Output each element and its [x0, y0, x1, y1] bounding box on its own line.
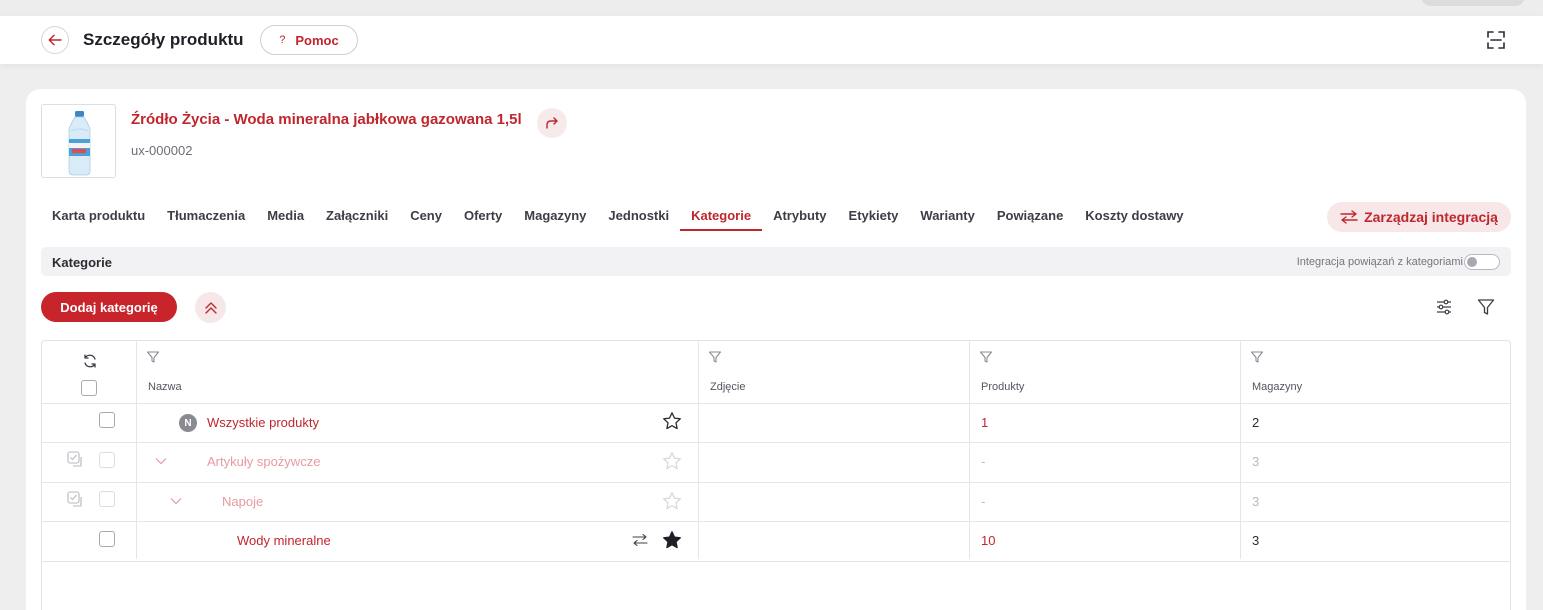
row-checkbox[interactable]: [99, 412, 115, 428]
product-sku: ux-000002: [131, 143, 193, 158]
swap-arrows-icon[interactable]: [632, 533, 648, 547]
sliders-icon: [1437, 299, 1451, 315]
open-product-button[interactable]: [537, 108, 567, 138]
row-checkbox[interactable]: [99, 452, 115, 468]
help-button[interactable]: ? Pomoc: [260, 25, 358, 55]
star-icon[interactable]: [662, 411, 682, 431]
inherited-check-icon: [67, 451, 82, 467]
tab-koszty-dostawy[interactable]: Koszty dostawy: [1074, 197, 1194, 231]
tab-kategorie[interactable]: Kategorie: [680, 197, 763, 231]
column-divider: [698, 341, 699, 559]
double-chevron-up-icon: [204, 301, 217, 314]
tab-zalaczniki[interactable]: Załączniki: [315, 197, 399, 231]
question-icon: ?: [279, 34, 286, 46]
tab-media[interactable]: Media: [256, 197, 315, 231]
fullscreen-icon[interactable]: [1485, 29, 1507, 51]
category-name[interactable]: Napoje: [222, 494, 263, 509]
filter-icon[interactable]: [1250, 350, 1264, 364]
row-divider: [42, 561, 1510, 562]
row-divider: [42, 442, 1510, 443]
select-all-checkbox[interactable]: [81, 380, 97, 396]
category-name[interactable]: Wody mineralne: [237, 533, 331, 548]
category-name[interactable]: Artykuły spożywcze: [207, 454, 320, 469]
manage-integration-label: Zarządzaj integracją: [1364, 209, 1498, 225]
filter-icon[interactable]: [146, 350, 160, 364]
tab-atrybuty[interactable]: Atrybuty: [762, 197, 837, 231]
product-thumbnail[interactable]: [41, 104, 116, 178]
inherited-check-icon: [67, 491, 82, 507]
back-button[interactable]: [41, 26, 69, 54]
column-header-products[interactable]: Produkty: [981, 381, 1024, 393]
categories-table: Nazwa Zdjęcie Produkty Magazyny N Wszyst…: [41, 340, 1511, 610]
integration-toggle-label: Integracja powiązań z kategoriami: [1296, 256, 1463, 268]
filter-icon: [1477, 299, 1495, 315]
star-icon[interactable]: [662, 530, 682, 550]
chevron-down-icon[interactable]: [155, 457, 167, 465]
section-title: Kategorie: [52, 255, 112, 270]
warehouses-count: 2: [1252, 415, 1260, 430]
root-badge: N: [179, 414, 197, 432]
column-divider: [136, 341, 137, 559]
row-divider: [42, 482, 1510, 483]
row-checkbox[interactable]: [99, 491, 115, 507]
warehouses-count: 3: [1252, 533, 1260, 548]
top-user-pill[interactable]: [1421, 0, 1525, 6]
products-count: -: [981, 494, 986, 509]
categories-section-bar: Kategorie Integracja powiązań z kategori…: [41, 247, 1511, 276]
add-category-button[interactable]: Dodaj kategorię: [41, 292, 177, 322]
header-divider: [42, 403, 1510, 404]
filter-icon[interactable]: [979, 350, 993, 364]
filter-button[interactable]: [1474, 295, 1498, 319]
products-count: -: [981, 454, 986, 469]
category-name[interactable]: Wszystkie produkty: [207, 415, 319, 430]
collapse-all-button[interactable]: [195, 292, 226, 323]
page-title: Szczegóły produktu: [83, 30, 244, 49]
top-strip: [0, 0, 1543, 16]
integration-toggle[interactable]: [1464, 254, 1500, 270]
column-settings-button[interactable]: [1432, 295, 1456, 319]
filter-icon[interactable]: [708, 350, 722, 364]
page-header: Szczegóły produktu ? Pomoc: [0, 16, 1543, 64]
help-button-label: Pomoc: [295, 32, 339, 48]
column-header-warehouses[interactable]: Magazyny: [1252, 381, 1302, 393]
product-card: Źródło Życia - Woda mineralna jabłkowa g…: [26, 89, 1526, 610]
arrow-left-icon: [48, 34, 62, 46]
products-count[interactable]: 10: [981, 533, 995, 548]
tab-magazyny[interactable]: Magazyny: [513, 197, 597, 231]
product-tabs: Karta produktu Tłumaczenia Media Załączn…: [41, 197, 1195, 231]
tab-jednostki[interactable]: Jednostki: [597, 197, 680, 231]
tab-karta-produktu[interactable]: Karta produktu: [41, 197, 156, 231]
tab-warianty[interactable]: Warianty: [909, 197, 985, 231]
products-count[interactable]: 1: [981, 415, 988, 430]
star-icon[interactable]: [662, 491, 682, 511]
chevron-down-icon[interactable]: [170, 497, 182, 505]
warehouses-count: 3: [1252, 454, 1260, 469]
column-divider: [1240, 341, 1241, 559]
column-header-name[interactable]: Nazwa: [148, 381, 182, 393]
tab-etykiety[interactable]: Etykiety: [838, 197, 910, 231]
column-divider: [969, 341, 970, 559]
row-divider: [42, 521, 1510, 522]
product-name: Źródło Życia - Woda mineralna jabłkowa g…: [131, 111, 522, 128]
star-icon[interactable]: [662, 451, 682, 471]
refresh-icon[interactable]: [82, 353, 98, 369]
tab-ceny[interactable]: Ceny: [399, 197, 453, 231]
tab-tlumaczenia[interactable]: Tłumaczenia: [156, 197, 256, 231]
toggle-knob: [1467, 257, 1477, 267]
tab-oferty[interactable]: Oferty: [453, 197, 513, 231]
share-arrow-icon: [546, 117, 558, 129]
column-header-image[interactable]: Zdjęcie: [710, 381, 745, 393]
water-bottle-image: [68, 111, 91, 176]
row-checkbox[interactable]: [99, 531, 115, 547]
warehouses-count: 3: [1252, 494, 1260, 509]
tab-powiazane[interactable]: Powiązane: [986, 197, 1074, 231]
swap-arrows-icon: [1340, 210, 1358, 224]
manage-integration-button[interactable]: Zarządzaj integracją: [1327, 202, 1511, 232]
